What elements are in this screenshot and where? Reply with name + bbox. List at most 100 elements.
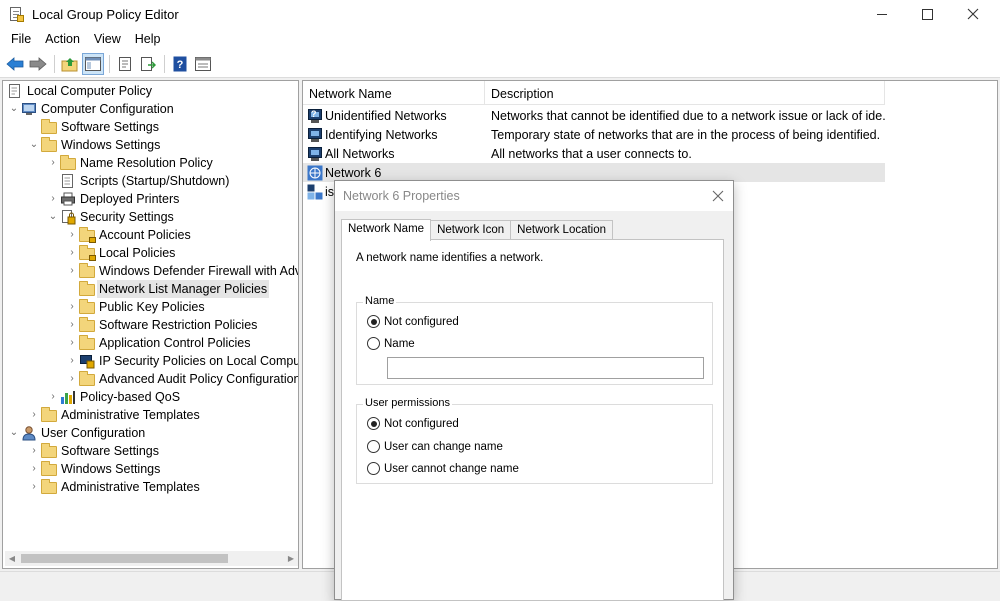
radio-unselected-icon (367, 337, 380, 350)
chevron-right-icon[interactable]: › (27, 478, 41, 496)
close-icon (967, 8, 979, 20)
tree-horizontal-scrollbar[interactable]: ◀ ▶ (5, 551, 298, 566)
name-not-configured-radio[interactable]: Not configured (367, 315, 459, 328)
show-hide-console-tree-button[interactable] (82, 52, 104, 75)
column-header-network-name[interactable]: Network Name (303, 81, 485, 105)
dialog-close-button[interactable] (711, 189, 725, 203)
menu-help[interactable]: Help (128, 28, 168, 50)
policy-editor-app-icon (8, 6, 24, 22)
radio-unselected-icon (367, 440, 380, 453)
user-cannot-change-name-radio[interactable]: User cannot change name (367, 462, 519, 475)
tree-item-local-policies[interactable]: › Local Policies (65, 244, 175, 262)
permissions-not-configured-radio[interactable]: Not configured (367, 417, 459, 430)
tree-item-administrative-templates[interactable]: › Administrative Templates (27, 406, 200, 424)
minimize-button[interactable] (859, 0, 905, 28)
folder-icon (79, 281, 95, 297)
chevron-right-icon[interactable]: › (65, 370, 79, 388)
chevron-right-icon[interactable]: › (65, 334, 79, 352)
tree-item-windows-settings[interactable]: ⌄ Windows Settings (27, 136, 160, 154)
dialog-title: Network 6 Properties (343, 189, 460, 203)
tree-item-computer-configuration[interactable]: ⌄ Computer Configuration (7, 100, 174, 118)
tree-item-account-policies[interactable]: › Account Policies (65, 226, 191, 244)
list-item-identifying-networks[interactable]: Identifying Networks Temporary state of … (303, 125, 885, 144)
name-custom-radio[interactable]: Name (367, 337, 415, 350)
up-one-level-button[interactable] (59, 53, 81, 75)
close-icon (712, 190, 724, 202)
tree-item-user-windows-settings[interactable]: › Windows Settings (27, 460, 160, 478)
user-can-change-name-radio[interactable]: User can change name (367, 440, 503, 453)
console-view-button[interactable] (192, 53, 214, 75)
scroll-left-icon[interactable]: ◀ (5, 551, 19, 566)
tree-item-advanced-audit-policy[interactable]: › Advanced Audit Policy Configuration (65, 370, 298, 388)
tree-item-application-control-policies[interactable]: › Application Control Policies (65, 334, 250, 352)
script-document-icon (60, 173, 76, 189)
tree-item-scripts[interactable]: Scripts (Startup/Shutdown) (60, 172, 229, 190)
tree-item-name-resolution-policy[interactable]: › Name Resolution Policy (46, 154, 213, 172)
tree-item-ip-security-policies[interactable]: › IP Security Policies on Local Comput (65, 352, 298, 370)
chevron-right-icon[interactable]: › (27, 460, 41, 478)
printer-icon (60, 191, 76, 207)
tab-network-icon[interactable]: Network Icon (430, 220, 512, 240)
network-all-icon (307, 146, 323, 162)
chevron-down-icon[interactable]: ⌄ (27, 136, 41, 154)
close-window-button[interactable] (950, 0, 996, 28)
tree-item-software-restriction-policies[interactable]: › Software Restriction Policies (65, 316, 257, 334)
export-list-button[interactable] (137, 53, 159, 75)
chevron-down-icon[interactable]: ⌄ (7, 100, 21, 118)
help-button[interactable]: ? (169, 53, 191, 75)
console-tree[interactable]: Local Computer Policy ⌄ Computer Configu… (2, 80, 299, 569)
list-item-all-networks[interactable]: All Networks All networks that a user co… (303, 144, 885, 163)
user-icon (21, 425, 37, 441)
chevron-down-icon[interactable]: ⌄ (7, 424, 21, 442)
export-list-icon (141, 56, 156, 71)
chevron-right-icon[interactable]: › (46, 154, 60, 172)
tab-network-name[interactable]: Network Name (341, 219, 432, 241)
back-arrow-icon (6, 56, 24, 71)
chevron-right-icon[interactable]: › (65, 262, 79, 280)
chevron-right-icon[interactable]: › (65, 316, 79, 334)
chevron-right-icon[interactable]: › (46, 190, 60, 208)
chevron-right-icon[interactable]: › (65, 298, 79, 316)
tree-item-software-settings[interactable]: Software Settings (41, 118, 159, 136)
tree-item-local-computer-policy[interactable]: Local Computer Policy (7, 82, 152, 100)
chevron-right-icon[interactable]: › (65, 244, 79, 262)
chevron-right-icon[interactable]: › (65, 226, 79, 244)
properties-button[interactable] (114, 53, 136, 75)
tree-item-network-list-manager-policies[interactable]: Network List Manager Policies (79, 280, 270, 298)
scrollbar-thumb[interactable] (21, 554, 228, 563)
folder-icon (41, 479, 57, 495)
policy-document-icon (7, 83, 23, 99)
chevron-right-icon[interactable]: › (65, 352, 79, 370)
tab-panel: A network name identifies a network. Nam… (341, 239, 724, 601)
chevron-down-icon[interactable]: ⌄ (46, 208, 60, 226)
menu-view[interactable]: View (87, 28, 128, 50)
tab-network-location[interactable]: Network Location (510, 220, 614, 240)
maximize-button[interactable] (904, 0, 950, 28)
column-header-description[interactable]: Description (485, 81, 885, 105)
tree-item-deployed-printers[interactable]: › Deployed Printers (46, 190, 179, 208)
folder-icon (41, 461, 57, 477)
toolbar: ? (0, 50, 1000, 78)
menu-file[interactable]: File (4, 28, 38, 50)
menu-action[interactable]: Action (38, 28, 87, 50)
tree-item-user-software-settings[interactable]: › Software Settings (27, 442, 159, 460)
dialog-title-bar[interactable]: Network 6 Properties (335, 181, 733, 211)
network-name-input[interactable] (387, 357, 704, 379)
tree-item-windows-defender-firewall[interactable]: › Windows Defender Firewall with Adv (65, 262, 298, 280)
chevron-right-icon[interactable]: › (27, 406, 41, 424)
tree-item-user-configuration[interactable]: ⌄ User Configuration (7, 424, 145, 442)
chevron-right-icon[interactable]: › (46, 388, 60, 406)
tree-item-user-administrative-templates[interactable]: › Administrative Templates (27, 478, 200, 496)
chevron-right-icon[interactable]: › (27, 442, 41, 460)
folder-icon (79, 317, 95, 333)
forward-button[interactable] (27, 53, 49, 75)
folder-icon (60, 155, 76, 171)
back-button[interactable] (4, 53, 26, 75)
scroll-right-icon[interactable]: ▶ (284, 551, 298, 566)
list-item-unidentified-networks[interactable]: ? Unidentified Networks Networks that can… (303, 106, 885, 125)
tree-item-public-key-policies[interactable]: › Public Key Policies (65, 298, 205, 316)
security-lock-icon (60, 209, 76, 225)
menu-bar: File Action View Help (0, 28, 1000, 50)
tree-item-security-settings[interactable]: ⌄ Security Settings (46, 208, 174, 226)
tree-item-policy-based-qos[interactable]: › Policy-based QoS (46, 388, 180, 406)
